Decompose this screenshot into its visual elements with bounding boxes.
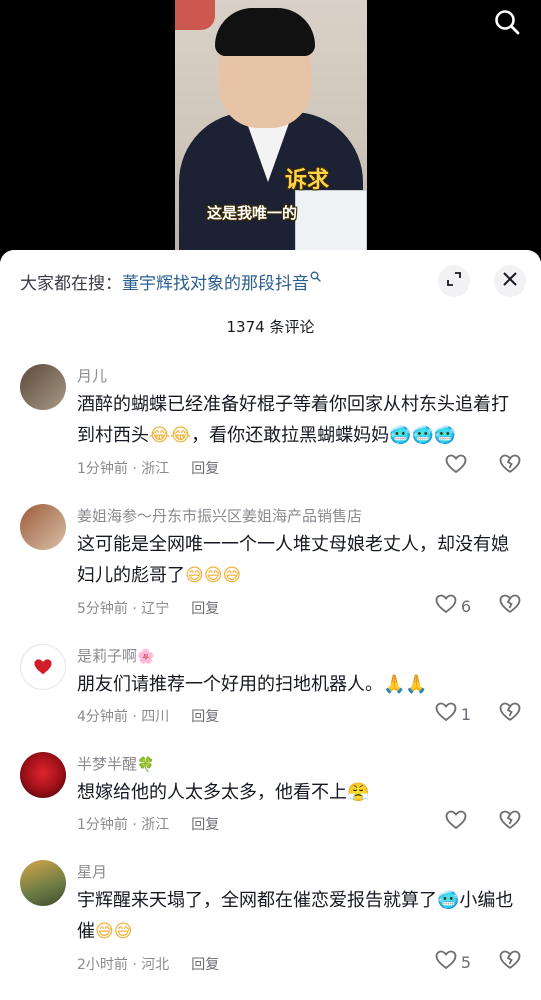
comment-item: 半梦半醒🍀 想嫁给他的人太多太多，他看不上😤 1分钟前 · 浙江 回复 [0, 750, 541, 850]
avatar[interactable] [20, 504, 66, 550]
comment-meta: 1分钟前 · 浙江 回复 [77, 814, 219, 834]
background-decor [175, 0, 215, 30]
close-button[interactable] [494, 265, 526, 297]
reply-button[interactable]: 回复 [191, 598, 219, 618]
video-caption-top: 诉求 [285, 167, 330, 193]
comment-meta: 1分钟前 · 浙江 回复 [77, 458, 219, 478]
reply-button[interactable]: 回复 [191, 814, 219, 834]
comment-text-part: 想嫁给他的人太多太多，他看不上 [77, 782, 347, 803]
dislike-button[interactable] [499, 810, 521, 834]
expand-icon [446, 271, 462, 291]
comment-item: 星月 宇辉醒来天塌了，全网都在催恋爱报告就算了🥶小编也催😅😅 2小时前 · 河北… [0, 858, 541, 988]
search-suggestion-prefix: 大家都在搜： [20, 273, 122, 294]
product-package [295, 190, 367, 252]
laugh-cry-emoji: 😂😂 [149, 425, 192, 446]
reply-button[interactable]: 回复 [191, 954, 219, 974]
comment-username[interactable]: 月儿 [77, 365, 107, 386]
pray-emoji: 🙏🙏 [383, 674, 428, 695]
comment-time: 2小时前 · 河北 [77, 957, 170, 973]
blue-emoji: 🥶 [437, 890, 460, 911]
video-player[interactable]: 诉求 这是我唯一的 [0, 0, 541, 262]
comment-username[interactable]: 是莉子啊🌸 [77, 645, 154, 666]
dislike-button[interactable] [499, 950, 521, 974]
search-mini-icon [310, 267, 321, 287]
dislike-button[interactable] [499, 702, 521, 726]
comment-username[interactable]: 星月 [77, 861, 107, 882]
broken-heart-icon [499, 702, 521, 726]
comment-text-part: 宇辉醒来天塌了，全网都在催恋爱报告就算了 [77, 890, 437, 911]
comment-time: 4分钟前 · 四川 [77, 709, 170, 725]
comment-meta: 4分钟前 · 四川 回复 [77, 706, 219, 726]
close-icon [502, 271, 518, 291]
broken-heart-icon [499, 454, 521, 478]
comment-meta: 2小时前 · 河北 回复 [77, 954, 219, 974]
comment-text-part: 这可能是全网唯一一个一人堆丈母娘老丈人，却没有媳妇儿的彪哥了 [77, 534, 509, 586]
search-suggestion[interactable]: 大家都在搜： 董宇辉找对象的那段抖音 [20, 267, 321, 294]
clover-emoji: 🍀 [137, 757, 155, 773]
reply-button[interactable]: 回复 [191, 458, 219, 478]
comment-item: 姜姐海参～丹东市振兴区姜姐海产品销售店 这可能是全网唯一一个一人堆丈母娘老丈人，… [0, 502, 541, 622]
search-suggestion-term[interactable]: 董宇辉找对象的那段抖音 [122, 269, 309, 294]
dislike-button[interactable] [499, 454, 521, 478]
comment-text-part: 朋友们请推荐一个好用的扫地机器人。 [77, 674, 383, 695]
blue-emoji: 🥶🥶🥶 [389, 425, 457, 446]
broken-heart-icon [499, 810, 521, 834]
avatar[interactable] [20, 364, 66, 410]
like-button[interactable]: 6 [435, 594, 471, 618]
broken-heart-icon [499, 950, 521, 974]
flower-emoji: 🌸 [137, 649, 155, 665]
comment-time: 1分钟前 · 浙江 [77, 817, 170, 833]
comment-username[interactable]: 姜姐海参～丹东市振兴区姜姐海产品销售店 [77, 505, 362, 526]
heart-icon [435, 702, 457, 726]
heart-icon [445, 810, 467, 834]
video-frame: 诉求 这是我唯一的 [175, 0, 367, 262]
avatar[interactable] [20, 860, 66, 906]
reply-button[interactable]: 回复 [191, 706, 219, 726]
comment-time: 5分钟前 · 辽宁 [77, 601, 170, 617]
avatar[interactable] [20, 644, 66, 690]
comment-sheet: 大家都在搜： 董宇辉找对象的那段抖音 1374 条评论 月儿 酒醉的蝴蝶已经准备… [0, 250, 541, 1000]
comment-username-text: 是莉子啊 [77, 647, 138, 665]
comment-item: 月儿 酒醉的蝴蝶已经准备好棍子等着你回家从村东头追着打到村西头😂😂，看你还敢拉黑… [0, 362, 541, 490]
broken-heart-icon [499, 594, 521, 618]
video-caption-bottom: 这是我唯一的 [207, 204, 298, 222]
comment-item: 是莉子啊🌸 朋友们请推荐一个好用的扫地机器人。🙏🙏 4分钟前 · 四川 回复 1 [0, 642, 541, 742]
expand-button[interactable] [438, 265, 470, 297]
heart-icon [445, 454, 467, 478]
like-count: 5 [460, 952, 471, 972]
comment-meta: 5分钟前 · 辽宁 回复 [77, 598, 219, 618]
heart-icon [435, 594, 457, 618]
comment-count: 1374 条评论 [226, 318, 315, 336]
like-count: 6 [460, 596, 471, 616]
angry-emoji: 😤 [347, 782, 370, 803]
comment-text: 宇辉醒来天塌了，全网都在催恋爱报告就算了🥶小编也催😅😅 [77, 885, 522, 947]
comment-time: 1分钟前 · 浙江 [77, 461, 170, 477]
comment-text-part: ，看你还敢拉黑蝴蝶妈妈 [191, 425, 390, 446]
like-count: 1 [460, 704, 471, 724]
like-button[interactable] [445, 810, 471, 834]
comment-username-text: 半梦半醒 [77, 755, 138, 773]
person-hair [215, 8, 315, 56]
heart-icon [435, 950, 457, 974]
comment-text: 这可能是全网唯一一个一人堆丈母娘老丈人，却没有媳妇儿的彪哥了😅😅😅 [77, 529, 522, 591]
like-button[interactable] [445, 454, 471, 478]
comment-username[interactable]: 半梦半醒🍀 [77, 753, 154, 774]
comment-text: 酒醉的蝴蝶已经准备好棍子等着你回家从村东头追着打到村西头😂😂，看你还敢拉黑蝴蝶妈… [77, 389, 522, 451]
like-button[interactable]: 5 [435, 950, 471, 974]
dislike-button[interactable] [499, 594, 521, 618]
like-button[interactable]: 1 [435, 702, 471, 726]
sweat-emoji: 😅😅 [95, 921, 133, 942]
avatar[interactable] [20, 752, 66, 798]
comment-text: 想嫁给他的人太多太多，他看不上😤 [77, 777, 522, 808]
grinning-sweat-emoji: 😅😅😅 [185, 565, 242, 586]
search-icon[interactable] [493, 8, 521, 36]
comment-text: 朋友们请推荐一个好用的扫地机器人。🙏🙏 [77, 669, 522, 700]
